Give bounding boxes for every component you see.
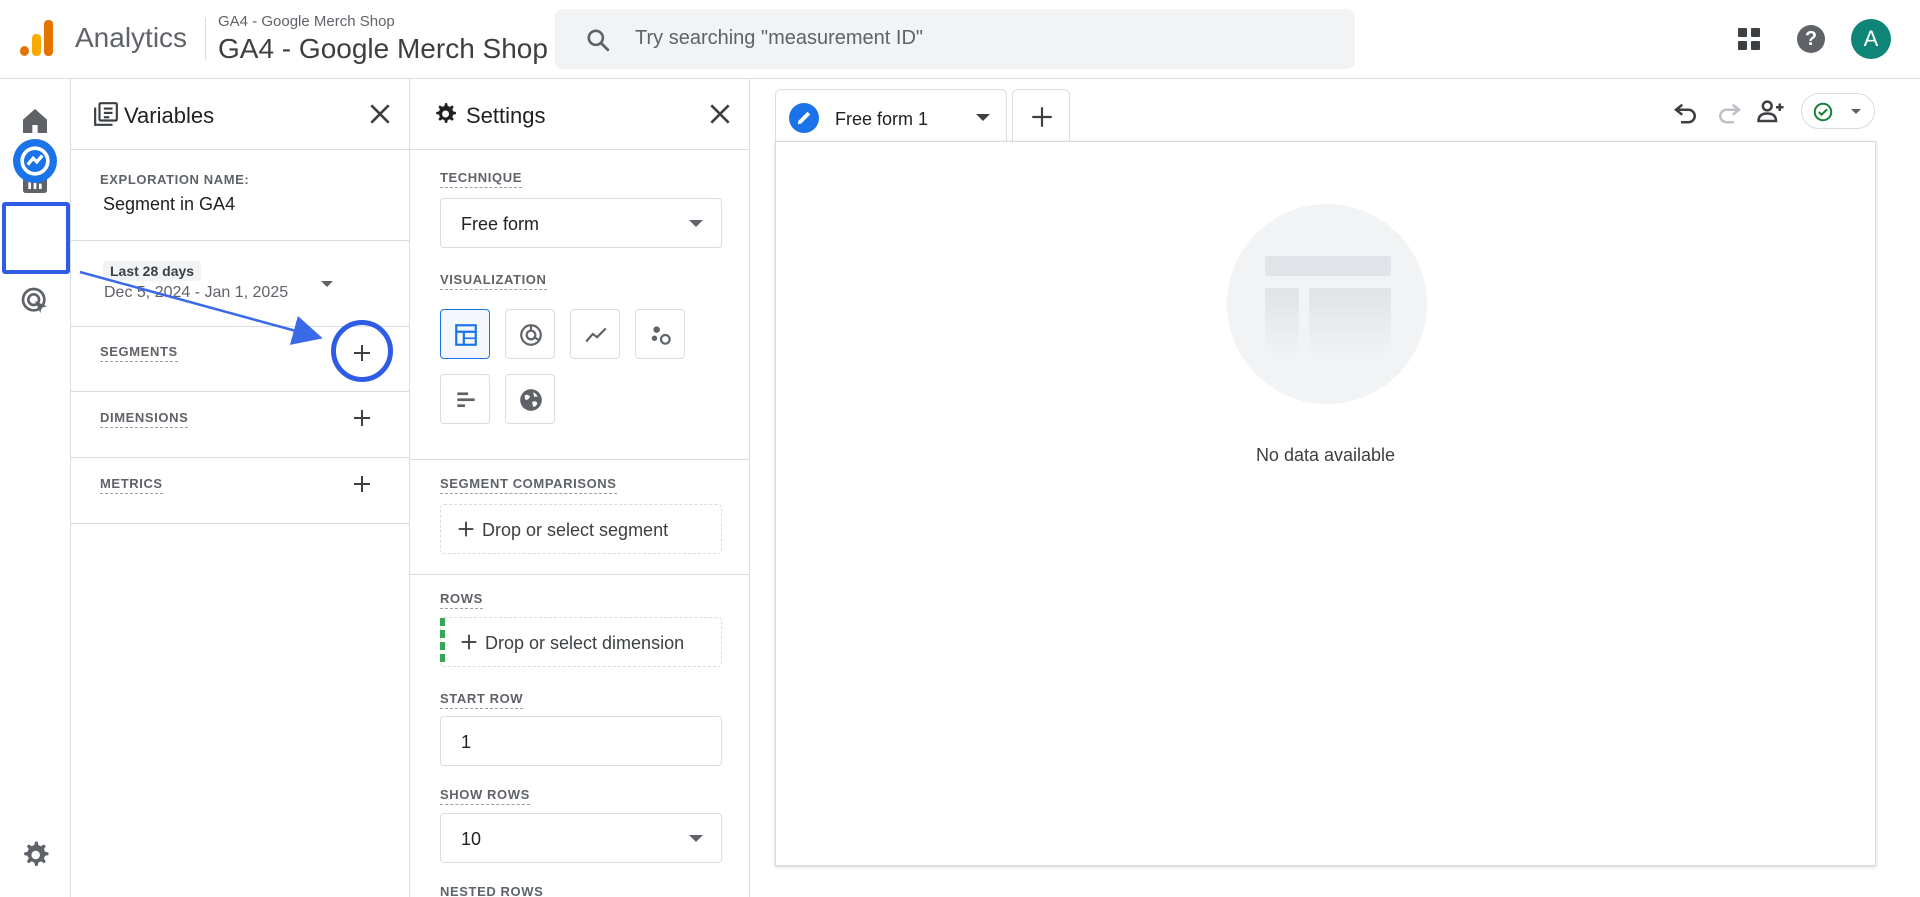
variables-list-icon — [94, 102, 118, 126]
undo-icon[interactable] — [1671, 96, 1701, 126]
chevron-down-icon[interactable] — [976, 114, 990, 121]
geo-viz-button[interactable] — [505, 374, 555, 424]
variables-header: Variables — [71, 79, 409, 150]
gear-icon[interactable] — [19, 839, 51, 871]
apps-grid-icon[interactable] — [1738, 28, 1762, 52]
home-icon[interactable] — [19, 105, 51, 137]
gear-icon — [436, 103, 456, 123]
search-input[interactable]: Try searching "measurement ID" — [635, 27, 923, 50]
drop-indicator — [440, 618, 445, 666]
segments-label: SEGMENTS — [100, 344, 178, 362]
empty-state-illustration — [1227, 204, 1427, 404]
settings-panel: Settings TECHNIQUE Free form VISUALIZATI… — [410, 79, 750, 897]
edit-pencil-icon[interactable] — [789, 103, 819, 133]
exploration-name-input[interactable]: Segment in GA4 — [103, 194, 235, 215]
divider — [71, 457, 409, 458]
start-row-input[interactable]: 1 — [440, 716, 722, 766]
rows-drop-text: Drop or select dimension — [485, 633, 685, 653]
search-icon — [587, 29, 610, 52]
analytics-logo-icon[interactable] — [20, 20, 53, 56]
variables-panel: Variables EXPLORATION NAME: Segment in G… — [71, 79, 410, 897]
property-selector[interactable]: GA4 - Google Merch Shop — [218, 33, 548, 65]
nested-rows-label: NESTED ROWS — [440, 884, 544, 897]
segment-drop-text: Drop or select segment — [482, 520, 669, 540]
settings-header: Settings — [410, 79, 749, 150]
rows-drop-zone[interactable]: Drop or select dimension — [440, 617, 722, 667]
table-icon — [455, 324, 477, 346]
show-rows-select[interactable]: 10 — [440, 813, 722, 863]
bar-chart-icon — [457, 392, 475, 408]
segment-drop-zone[interactable]: Drop or select segment — [440, 504, 722, 554]
divider — [71, 523, 409, 524]
search-bar[interactable]: Try searching "measurement ID" — [555, 9, 1355, 69]
add-tab-button[interactable] — [1012, 89, 1070, 142]
plus-icon — [461, 634, 477, 650]
explore-icon[interactable] — [13, 139, 57, 183]
start-row-value: 1 — [461, 732, 472, 752]
variables-title: Variables — [124, 103, 215, 128]
start-row-label: START ROW — [440, 691, 524, 709]
show-rows-label: SHOW ROWS — [440, 787, 530, 805]
divider — [410, 574, 749, 575]
scatter-viz-button[interactable] — [635, 309, 685, 359]
account-name[interactable]: GA4 - Google Merch Shop — [218, 13, 395, 30]
account-avatar[interactable]: A — [1851, 19, 1891, 59]
divider — [205, 18, 206, 60]
scatter-chart-icon — [651, 326, 671, 345]
add-dimension-button[interactable] — [350, 406, 374, 430]
divider — [410, 459, 749, 460]
exploration-name-label: EXPLORATION NAME: — [100, 172, 250, 187]
share-users-icon[interactable] — [1756, 96, 1786, 126]
app-name: Analytics — [75, 22, 188, 53]
chevron-down-icon — [1851, 109, 1861, 114]
geo-map-icon — [520, 389, 542, 411]
date-dropdown-icon[interactable] — [321, 281, 333, 287]
settings-title: Settings — [466, 103, 546, 128]
close-icon[interactable] — [367, 101, 393, 127]
divider — [71, 240, 409, 241]
visualization-label: VISUALIZATION — [440, 272, 547, 290]
segment-add-highlight — [331, 320, 393, 382]
donut-viz-button[interactable] — [505, 309, 555, 359]
chevron-down-icon — [689, 835, 703, 842]
explore-highlight — [2, 202, 70, 274]
save-status-button[interactable] — [1801, 93, 1875, 129]
rows-label: ROWS — [440, 591, 483, 609]
redo-icon[interactable] — [1714, 96, 1744, 126]
show-rows-value: 10 — [461, 829, 482, 849]
date-badge: Last 28 days — [103, 261, 202, 281]
technique-value: Free form — [461, 214, 540, 234]
tab-label: Free form 1 — [835, 109, 929, 129]
plus-icon — [458, 521, 474, 537]
dimensions-label: DIMENSIONS — [100, 410, 189, 428]
plus-icon — [1032, 107, 1052, 127]
table-viz-button[interactable] — [440, 309, 490, 359]
left-navigation — [0, 79, 71, 897]
top-app-bar: Analytics GA4 - Google Merch Shop GA4 - … — [0, 0, 1920, 79]
segment-comparisons-label: SEGMENT COMPARISONS — [440, 476, 617, 494]
donut-chart-icon — [520, 324, 542, 346]
close-icon[interactable] — [707, 101, 733, 127]
technique-select[interactable]: Free form — [440, 198, 722, 248]
technique-label: TECHNIQUE — [440, 170, 522, 188]
divider — [71, 391, 409, 392]
tab-free-form-1[interactable]: Free form 1 — [775, 89, 1007, 142]
help-icon[interactable]: ? — [1797, 25, 1825, 53]
line-viz-button[interactable] — [570, 309, 620, 359]
check-circle-icon — [1813, 102, 1833, 122]
date-range[interactable]: Dec 5, 2024 - Jan 1, 2025 — [104, 284, 288, 302]
line-chart-icon — [585, 327, 607, 343]
no-data-message: No data available — [1255, 445, 1396, 465]
bar-viz-button[interactable] — [440, 374, 490, 424]
metrics-label: METRICS — [100, 476, 163, 494]
exploration-canvas: No data available — [775, 141, 1876, 866]
advertising-icon[interactable] — [19, 285, 51, 317]
add-metric-button[interactable] — [350, 472, 374, 496]
chevron-down-icon — [689, 220, 703, 227]
